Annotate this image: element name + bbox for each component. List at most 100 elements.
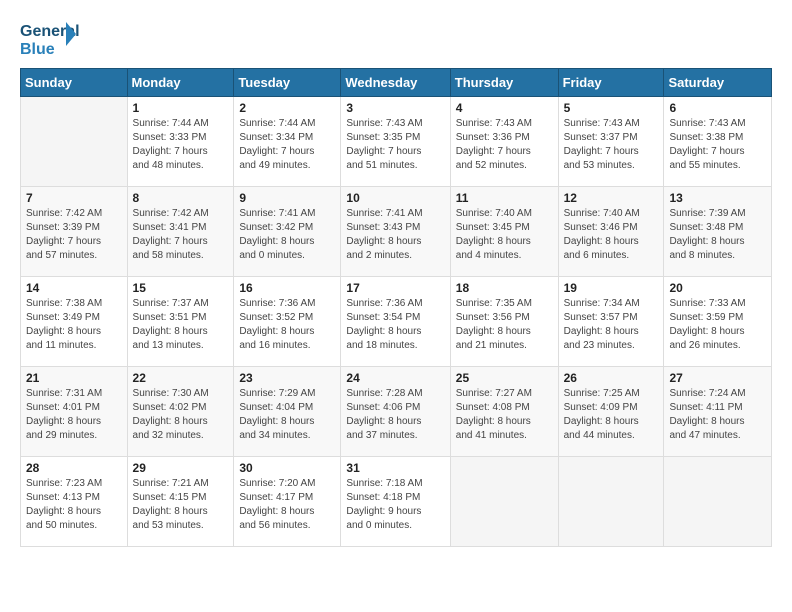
header-tuesday: Tuesday [234,69,341,97]
calendar-cell: 25 Sunrise: 7:27 AM Sunset: 4:08 PM Dayli… [450,367,558,457]
logo-svg: GeneralBlue [20,16,80,60]
calendar-cell: 26 Sunrise: 7:25 AM Sunset: 4:09 PM Dayli… [558,367,664,457]
day-info: Sunrise: 7:34 AM Sunset: 3:57 PM Dayligh… [564,297,659,353]
day-info: Sunrise: 7:36 AM Sunset: 3:54 PM Dayligh… [346,297,444,353]
header-friday: Friday [558,69,664,97]
day-number: 14 [26,281,122,295]
day-number: 6 [669,101,766,115]
week-row-0: 1Sunrise: 7:44 AM Sunset: 3:33 PM Daylig… [21,97,772,187]
calendar-cell: 24Sunrise: 7:28 AM Sunset: 4:06 PM Dayli… [341,367,450,457]
calendar-cell: 28 Sunrise: 7:23 AM Sunset: 4:13 PM Dayli… [21,457,128,547]
day-number: 26 [564,371,659,385]
page-header: GeneralBlue [20,16,772,60]
day-info: Sunrise: 7:43 AM Sunset: 3:35 PM Dayligh… [346,117,444,173]
calendar-cell: 2Sunrise: 7:44 AM Sunset: 3:34 PM Daylig… [234,97,341,187]
day-info: Sunrise: 7:43 AM Sunset: 3:36 PM Dayligh… [456,117,553,173]
day-info: Sunrise: 7:41 AM Sunset: 3:42 PM Dayligh… [239,207,335,263]
week-row-4: 28 Sunrise: 7:23 AM Sunset: 4:13 PM Dayli… [21,457,772,547]
day-info: Sunrise: 7:44 AM Sunset: 3:34 PM Dayligh… [239,117,335,173]
calendar-cell: 7 Sunrise: 7:42 AM Sunset: 3:39 PM Daylig… [21,187,128,277]
calendar-cell [664,457,772,547]
day-number: 30 [239,461,335,475]
calendar-cell: 8 Sunrise: 7:42 AM Sunset: 3:41 PM Daylig… [127,187,234,277]
day-number: 5 [564,101,659,115]
day-number: 31 [346,461,444,475]
day-info: Sunrise: 7:21 AM Sunset: 4:15 PM Dayligh… [133,477,229,533]
day-info: Sunrise: 7:29 AM Sunset: 4:04 PM Dayligh… [239,387,335,443]
day-number: 17 [346,281,444,295]
calendar-cell: 21 Sunrise: 7:31 AM Sunset: 4:01 PM Dayli… [21,367,128,457]
calendar-cell: 15Sunrise: 7:37 AM Sunset: 3:51 PM Dayli… [127,277,234,367]
day-info: Sunrise: 7:40 AM Sunset: 3:46 PM Dayligh… [564,207,659,263]
header-saturday: Saturday [664,69,772,97]
calendar-cell: 5 Sunrise: 7:43 AM Sunset: 3:37 PM Daylig… [558,97,664,187]
day-info: Sunrise: 7:42 AM Sunset: 3:41 PM Dayligh… [133,207,229,263]
day-number: 29 [133,461,229,475]
header-sunday: Sunday [21,69,128,97]
calendar-cell: 4 Sunrise: 7:43 AM Sunset: 3:36 PM Daylig… [450,97,558,187]
calendar-cell [450,457,558,547]
day-info: Sunrise: 7:38 AM Sunset: 3:49 PM Dayligh… [26,297,122,353]
header-thursday: Thursday [450,69,558,97]
calendar-cell: 17 Sunrise: 7:36 AM Sunset: 3:54 PM Dayli… [341,277,450,367]
day-number: 15 [133,281,229,295]
svg-text:Blue: Blue [20,41,55,58]
day-number: 25 [456,371,553,385]
day-number: 20 [669,281,766,295]
week-row-3: 21 Sunrise: 7:31 AM Sunset: 4:01 PM Dayli… [21,367,772,457]
day-number: 12 [564,191,659,205]
calendar-table: SundayMondayTuesdayWednesdayThursdayFrid… [20,68,772,547]
day-number: 4 [456,101,553,115]
header-monday: Monday [127,69,234,97]
day-number: 27 [669,371,766,385]
calendar-cell: 30 Sunrise: 7:20 AM Sunset: 4:17 PM Dayli… [234,457,341,547]
day-info: Sunrise: 7:25 AM Sunset: 4:09 PM Dayligh… [564,387,659,443]
day-info: Sunrise: 7:42 AM Sunset: 3:39 PM Dayligh… [26,207,122,263]
day-info: Sunrise: 7:27 AM Sunset: 4:08 PM Dayligh… [456,387,553,443]
calendar-cell: 16 Sunrise: 7:36 AM Sunset: 3:52 PM Dayli… [234,277,341,367]
calendar-cell [558,457,664,547]
day-number: 19 [564,281,659,295]
calendar-cell: 23 Sunrise: 7:29 AM Sunset: 4:04 PM Dayli… [234,367,341,457]
day-info: Sunrise: 7:41 AM Sunset: 3:43 PM Dayligh… [346,207,444,263]
day-number: 23 [239,371,335,385]
day-info: Sunrise: 7:36 AM Sunset: 3:52 PM Dayligh… [239,297,335,353]
day-info: Sunrise: 7:33 AM Sunset: 3:59 PM Dayligh… [669,297,766,353]
day-number: 3 [346,101,444,115]
calendar-cell: 27Sunrise: 7:24 AM Sunset: 4:11 PM Dayli… [664,367,772,457]
day-info: Sunrise: 7:43 AM Sunset: 3:37 PM Dayligh… [564,117,659,173]
day-number: 13 [669,191,766,205]
calendar-cell: 19 Sunrise: 7:34 AM Sunset: 3:57 PM Dayli… [558,277,664,367]
day-info: Sunrise: 7:44 AM Sunset: 3:33 PM Dayligh… [133,117,229,173]
day-info: Sunrise: 7:43 AM Sunset: 3:38 PM Dayligh… [669,117,766,173]
day-info: Sunrise: 7:23 AM Sunset: 4:13 PM Dayligh… [26,477,122,533]
calendar-cell: 14 Sunrise: 7:38 AM Sunset: 3:49 PM Dayli… [21,277,128,367]
day-number: 16 [239,281,335,295]
header-row: SundayMondayTuesdayWednesdayThursdayFrid… [21,69,772,97]
day-number: 18 [456,281,553,295]
day-number: 8 [133,191,229,205]
day-info: Sunrise: 7:31 AM Sunset: 4:01 PM Dayligh… [26,387,122,443]
calendar-cell: 29 Sunrise: 7:21 AM Sunset: 4:15 PM Dayli… [127,457,234,547]
calendar-cell: 20 Sunrise: 7:33 AM Sunset: 3:59 PM Dayli… [664,277,772,367]
day-info: Sunrise: 7:35 AM Sunset: 3:56 PM Dayligh… [456,297,553,353]
calendar-cell: 11Sunrise: 7:40 AM Sunset: 3:45 PM Dayli… [450,187,558,277]
header-wednesday: Wednesday [341,69,450,97]
day-number: 24 [346,371,444,385]
calendar-cell: 22 Sunrise: 7:30 AM Sunset: 4:02 PM Dayli… [127,367,234,457]
day-info: Sunrise: 7:40 AM Sunset: 3:45 PM Dayligh… [456,207,553,263]
day-number: 28 [26,461,122,475]
calendar-cell: 3 Sunrise: 7:43 AM Sunset: 3:35 PM Daylig… [341,97,450,187]
calendar-cell: 18 Sunrise: 7:35 AM Sunset: 3:56 PM Dayli… [450,277,558,367]
calendar-cell: 12 Sunrise: 7:40 AM Sunset: 3:46 PM Dayli… [558,187,664,277]
week-row-1: 7 Sunrise: 7:42 AM Sunset: 3:39 PM Daylig… [21,187,772,277]
calendar-cell: 1Sunrise: 7:44 AM Sunset: 3:33 PM Daylig… [127,97,234,187]
day-number: 21 [26,371,122,385]
day-info: Sunrise: 7:30 AM Sunset: 4:02 PM Dayligh… [133,387,229,443]
day-number: 7 [26,191,122,205]
day-number: 22 [133,371,229,385]
week-row-2: 14 Sunrise: 7:38 AM Sunset: 3:49 PM Dayli… [21,277,772,367]
day-info: Sunrise: 7:20 AM Sunset: 4:17 PM Dayligh… [239,477,335,533]
calendar-cell: 6 Sunrise: 7:43 AM Sunset: 3:38 PM Daylig… [664,97,772,187]
logo: GeneralBlue [20,16,80,60]
